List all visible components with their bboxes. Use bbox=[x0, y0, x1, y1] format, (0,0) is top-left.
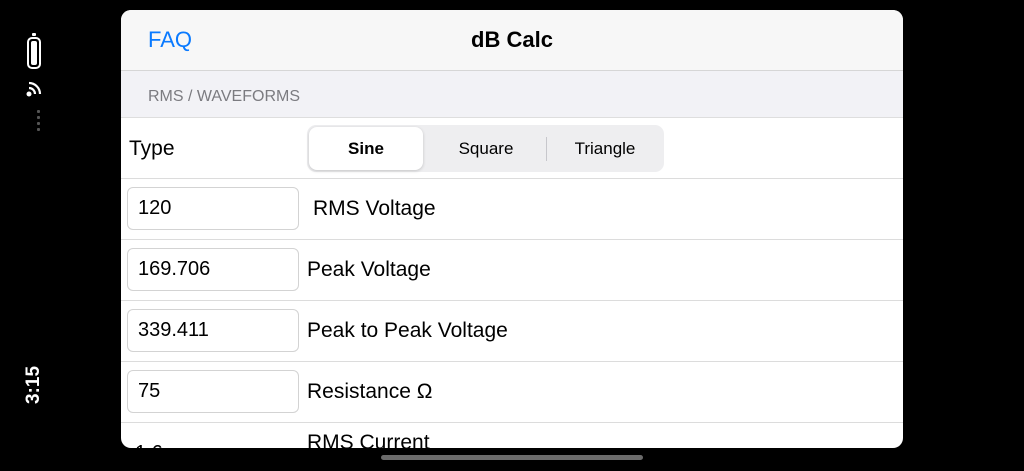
peak-to-peak-voltage-input[interactable]: 339.411 bbox=[127, 309, 299, 352]
peak-voltage-row: 169.706 Peak Voltage bbox=[121, 240, 903, 301]
rms-voltage-input[interactable]: 120 bbox=[127, 187, 299, 230]
segment-divider bbox=[546, 137, 547, 161]
resistance-input[interactable]: 75 bbox=[127, 370, 299, 413]
segment-triangle[interactable]: Triangle bbox=[548, 127, 662, 170]
status-rail: 3:15 bbox=[0, 0, 72, 471]
battery-icon bbox=[27, 33, 41, 69]
peak-voltage-label: Peak Voltage bbox=[307, 258, 431, 281]
navigation-bar: FAQ dB Calc bbox=[121, 10, 903, 71]
segment-sine[interactable]: Sine bbox=[309, 127, 423, 170]
peak-to-peak-voltage-row: 339.411 Peak to Peak Voltage bbox=[121, 301, 903, 362]
rms-current-input[interactable]: 1.6 bbox=[127, 433, 299, 448]
type-row: Type Sine Square Triangle bbox=[121, 118, 903, 179]
rms-voltage-row: 120 RMS Voltage bbox=[121, 179, 903, 240]
page-title: dB Calc bbox=[471, 27, 553, 52]
home-indicator[interactable] bbox=[381, 455, 643, 460]
peak-voltage-input[interactable]: 169.706 bbox=[127, 248, 299, 291]
waveform-segmented-control: Sine Square Triangle bbox=[307, 125, 664, 172]
calculator-card: FAQ dB Calc RMS / WAVEFORMS Type Sine Sq… bbox=[121, 10, 903, 448]
segment-square[interactable]: Square bbox=[428, 127, 544, 170]
type-label: Type bbox=[129, 137, 175, 160]
peak-to-peak-voltage-label: Peak to Peak Voltage bbox=[307, 319, 508, 342]
status-time: 3:15 bbox=[23, 365, 44, 405]
rms-voltage-label: RMS Voltage bbox=[313, 197, 436, 220]
rms-current-label: RMS Current bbox=[307, 431, 430, 448]
resistance-label: Resistance Ω bbox=[307, 380, 433, 403]
section-header: RMS / WAVEFORMS bbox=[121, 71, 903, 118]
rms-current-row: 1.6 RMS Current bbox=[121, 423, 903, 448]
carplay-signal-icon bbox=[26, 81, 42, 97]
resistance-row: 75 Resistance Ω bbox=[121, 362, 903, 423]
app-switcher-dots[interactable] bbox=[37, 110, 41, 134]
